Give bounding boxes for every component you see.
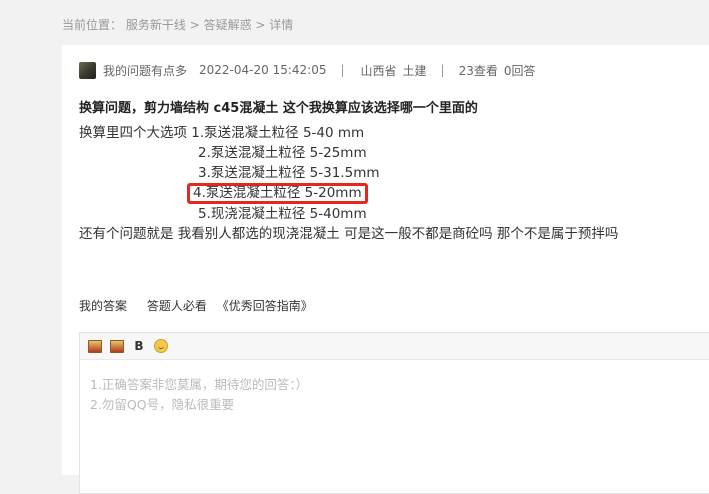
question-body: 换算里四个大选项 1.泵送混凝土粒径 5-40 mm 2.泵送混凝土粒径 5-2… — [79, 123, 618, 244]
emoji-button[interactable] — [154, 339, 168, 353]
breadcrumb: 当前位置： 服务新干线 > 答疑解惑 > 详情 — [62, 16, 293, 33]
emoji-icon — [154, 339, 168, 353]
breadcrumb-separator: > — [189, 18, 204, 32]
option-2: 2.泵送混凝土粒径 5-25mm — [198, 145, 367, 161]
view-count: 23查看 — [458, 63, 498, 78]
answer-guide-link[interactable]: 《优秀回答指南》 — [217, 299, 313, 313]
insert-image-button[interactable] — [88, 339, 102, 353]
avatar[interactable] — [79, 61, 96, 79]
meta-divider: | — [440, 63, 445, 77]
post-datetime: 2022-04-20 15:42:05 — [199, 63, 327, 77]
answer-editor[interactable]: B 1.正确答案非您莫属，期待您的回答：） 2.勿留QQ号，隐私很重要 — [79, 332, 709, 494]
picture-icon — [110, 339, 124, 353]
option-4-highlighted: 4.泵送混凝土粒径 5-20mm — [187, 183, 368, 204]
question-followup: 还有个问题就是 我看别人都选的现浇混凝土 可是这一般不都是商砼吗 那个不是属于预… — [79, 226, 619, 242]
placeholder-line-2: 2.勿留QQ号，隐私很重要 — [90, 397, 235, 412]
option-3: 3.泵送混凝土粒径 5-31.5mm — [198, 165, 380, 181]
breadcrumb-item-service[interactable]: 服务新干线 — [126, 18, 186, 32]
insert-picture-button[interactable] — [110, 339, 124, 353]
option-5: 5.现浇混凝土粒径 5-40mm — [198, 206, 367, 222]
option-1: 1.泵送混凝土粒径 5-40 mm — [191, 125, 365, 141]
editor-textarea[interactable]: 1.正确答案非您莫属，期待您的回答：） 2.勿留QQ号，隐私很重要 — [80, 360, 709, 430]
answer-header: 我的答案 答题人必看 《优秀回答指南》 — [79, 297, 329, 314]
answer-count: 0回答 — [503, 63, 536, 78]
meta-divider: | — [340, 63, 345, 77]
question-title: 换算问题，剪力墙结构 c45混凝土 这个我换算应该选择哪一个里面的 — [79, 101, 478, 116]
breadcrumb-prefix: 当前位置： — [62, 18, 123, 32]
editor-toolbar: B — [80, 333, 709, 360]
must-read-label: 答题人必看 — [146, 299, 207, 313]
breadcrumb-item-detail: 详情 — [269, 18, 294, 32]
breadcrumb-separator: > — [255, 18, 270, 32]
placeholder-line-1: 1.正确答案非您莫属，期待您的回答：） — [90, 377, 309, 392]
image-icon — [88, 339, 102, 353]
question-card: 我的问题有点多 2022-04-20 15:42:05 | 山西省 土建 | 2… — [62, 45, 709, 494]
author-name[interactable]: 我的问题有点多 — [103, 62, 187, 79]
question-meta: 我的问题有点多 2022-04-20 15:42:05 | 山西省 土建 | 2… — [79, 61, 536, 79]
my-answer-label: 我的答案 — [79, 299, 128, 313]
question-intro: 换算里四个大选项 — [79, 125, 187, 141]
breadcrumb-item-qa[interactable]: 答疑解惑 — [204, 18, 252, 32]
category: 土建 — [402, 63, 427, 78]
bold-button[interactable]: B — [132, 339, 146, 353]
location: 山西省 — [360, 63, 397, 78]
